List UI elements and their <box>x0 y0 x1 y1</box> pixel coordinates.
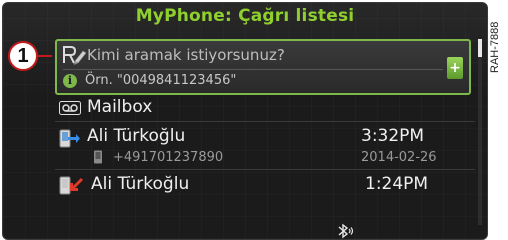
call-time: 3:32PM <box>361 126 425 146</box>
page-title: MyPhone: Çağrı listesi <box>135 6 355 26</box>
figure-code-label: RAH-7888 <box>489 21 501 73</box>
bluetooth-icon <box>338 223 354 239</box>
mobile-phone-icon <box>94 150 102 164</box>
info-icon: i <box>63 74 77 88</box>
missed-call-icon <box>59 176 83 195</box>
call-date: 2014-02-26 <box>361 150 437 165</box>
handwriting-pen-icon[interactable] <box>61 43 87 67</box>
divider <box>63 69 443 70</box>
mailbox-item[interactable]: Mailbox <box>87 97 152 117</box>
row-divider <box>55 169 475 170</box>
row-divider <box>55 121 475 122</box>
search-input[interactable]: Kimi aramak istiyorsunuz? <box>87 46 285 64</box>
call-number: +491701237890 <box>113 150 224 165</box>
call-time: 1:24PM <box>365 174 429 194</box>
call-name[interactable]: Ali Türkoğlu <box>91 174 189 194</box>
call-name[interactable]: Ali Türkoğlu <box>87 126 185 146</box>
hint-text: Örn. "0049841123456" <box>85 73 237 88</box>
search-panel[interactable]: Kimi aramak istiyorsunuz? i Örn. "004984… <box>55 39 471 95</box>
scrollbar[interactable] <box>478 39 482 225</box>
callout-marker: 1 <box>8 41 38 71</box>
outgoing-call-icon <box>59 129 80 148</box>
scroll-thumb[interactable] <box>478 39 482 57</box>
add-button[interactable]: + <box>447 57 463 79</box>
screen: MyPhone: Çağrı listesi Kimi aramak istiy… <box>2 2 488 240</box>
voicemail-icon <box>59 101 81 115</box>
callout-leader-line <box>38 55 52 57</box>
